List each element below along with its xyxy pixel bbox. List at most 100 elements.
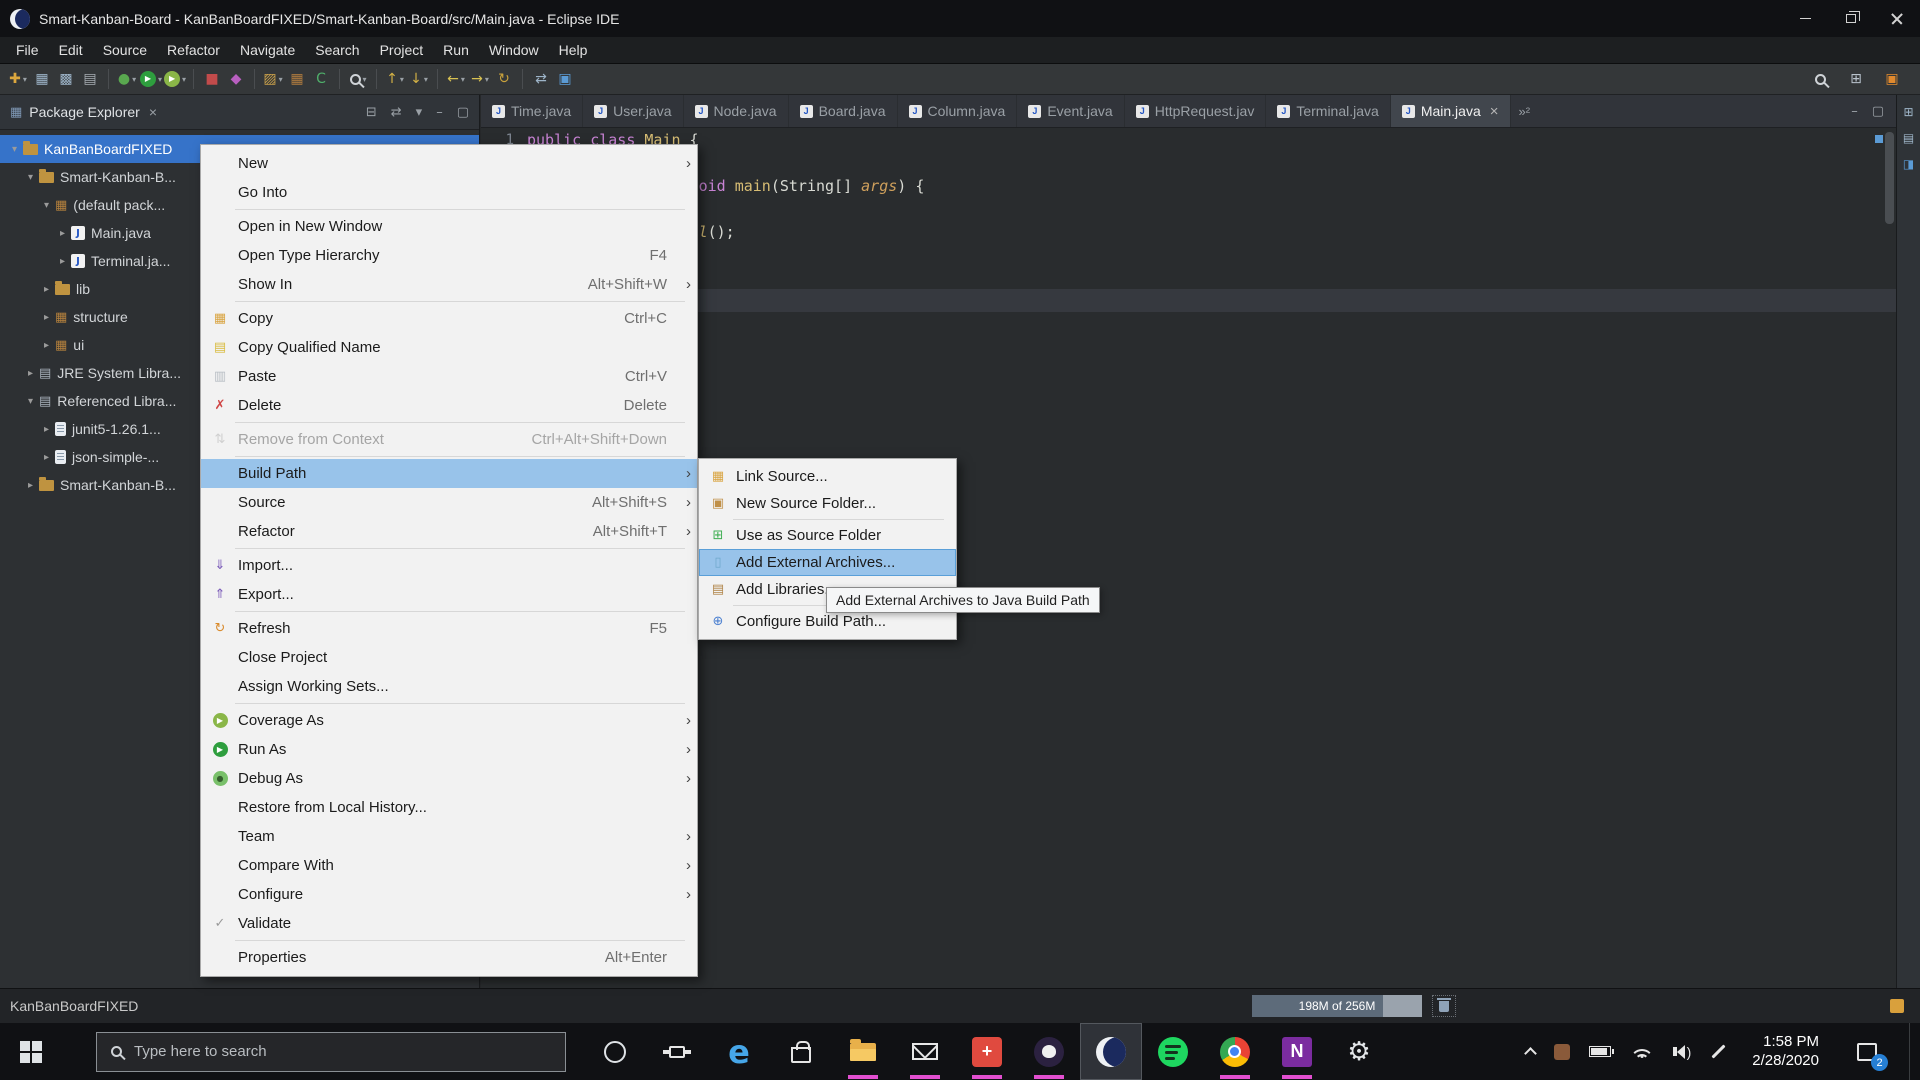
menubar-project[interactable]: Project bbox=[370, 38, 434, 62]
battery-icon[interactable] bbox=[1589, 1046, 1611, 1057]
new-wizard-dropdown-icon[interactable]: ▾ bbox=[23, 75, 27, 84]
context-menu-item-debug-as[interactable]: ●Debug As› bbox=[201, 764, 697, 793]
menubar-search[interactable]: Search bbox=[305, 38, 369, 62]
context-menu-item-go-into[interactable]: Go Into bbox=[201, 178, 697, 207]
collapsed-arrow-icon[interactable]: ▸ bbox=[38, 424, 55, 435]
taskbar-cortana-button[interactable] bbox=[584, 1023, 646, 1080]
taskbar-github-desktop-button[interactable] bbox=[1018, 1023, 1080, 1080]
save-button[interactable]: ▦ bbox=[31, 67, 53, 91]
menubar-refactor[interactable]: Refactor bbox=[157, 38, 230, 62]
back-button[interactable]: ←▾ bbox=[445, 67, 467, 91]
tab-column-java[interactable]: Column.java bbox=[898, 95, 1018, 127]
new-class-button[interactable]: C bbox=[310, 67, 332, 91]
link-with-editor-icon[interactable]: ⇄ bbox=[391, 105, 402, 120]
context-menu-item-close-project[interactable]: Close Project bbox=[201, 643, 697, 672]
run-dropdown-icon[interactable]: ▾ bbox=[158, 75, 162, 84]
search-button[interactable]: ▾ bbox=[347, 67, 369, 91]
prev-annotation-dropdown-icon[interactable]: ▾ bbox=[400, 75, 404, 84]
tab-terminal-java[interactable]: Terminal.java bbox=[1266, 95, 1390, 127]
build-path-item-add-external-archives[interactable]: ▯Add External Archives... bbox=[699, 549, 956, 576]
expanded-arrow-icon[interactable]: ▾ bbox=[38, 200, 55, 211]
save-all-button[interactable]: ▩ bbox=[55, 67, 77, 91]
forward-dropdown-icon[interactable]: ▾ bbox=[485, 75, 489, 84]
context-menu-item-assign-working-sets[interactable]: Assign Working Sets... bbox=[201, 672, 697, 701]
taskbar-store-button[interactable] bbox=[770, 1023, 832, 1080]
back-dropdown-icon[interactable]: ▾ bbox=[461, 75, 465, 84]
menubar-window[interactable]: Window bbox=[479, 38, 549, 62]
expanded-arrow-icon[interactable]: ▾ bbox=[22, 172, 39, 183]
next-annotation-dropdown-icon[interactable]: ▾ bbox=[424, 75, 428, 84]
tab-overflow-indicator[interactable]: »² bbox=[1511, 95, 1539, 127]
new-java-project-button[interactable]: ▨▾ bbox=[262, 67, 284, 91]
collapsed-arrow-icon[interactable]: ▸ bbox=[22, 368, 39, 379]
tray-app-icon[interactable] bbox=[1554, 1044, 1570, 1060]
context-menu-item-restore-from-local-history[interactable]: Restore from Local History... bbox=[201, 793, 697, 822]
print-button[interactable]: ▤ bbox=[79, 67, 101, 91]
show-desktop-button[interactable] bbox=[1909, 1023, 1916, 1080]
expanded-arrow-icon[interactable]: ▾ bbox=[6, 144, 23, 155]
minimized-view-3-icon[interactable]: ◨ bbox=[1903, 157, 1914, 171]
wifi-icon[interactable] bbox=[1630, 1044, 1654, 1060]
taskbar-search[interactable]: Type here to search bbox=[96, 1032, 566, 1072]
tab-user-java[interactable]: User.java bbox=[583, 95, 683, 127]
taskbar-clock[interactable]: 1:58 PM 2/28/2020 bbox=[1752, 1033, 1819, 1071]
menubar-edit[interactable]: Edit bbox=[49, 38, 93, 62]
tab-time-java[interactable]: Time.java bbox=[481, 95, 583, 127]
collapsed-arrow-icon[interactable]: ▸ bbox=[38, 284, 55, 295]
menubar-file[interactable]: File bbox=[6, 38, 49, 62]
taskbar-spotify-button[interactable] bbox=[1142, 1023, 1204, 1080]
context-menu-item-copy[interactable]: ▦CopyCtrl+C bbox=[201, 304, 697, 333]
minimize-button[interactable] bbox=[1782, 0, 1828, 37]
context-menu-item-copy-qualified-name[interactable]: ▤Copy Qualified Name bbox=[201, 333, 697, 362]
quick-access-search-button[interactable] bbox=[1809, 67, 1831, 91]
expanded-arrow-icon[interactable]: ▾ bbox=[22, 396, 39, 407]
tab-node-java[interactable]: Node.java bbox=[684, 95, 789, 127]
debug-dropdown-icon[interactable]: ▾ bbox=[132, 75, 136, 84]
taskbar-chrome-button[interactable] bbox=[1204, 1023, 1266, 1080]
collapsed-arrow-icon[interactable]: ▸ bbox=[38, 312, 55, 323]
tray-expand-icon[interactable] bbox=[1524, 1047, 1537, 1060]
action-center-button[interactable]: 2 bbox=[1844, 1023, 1890, 1080]
stop-button[interactable]: ■ bbox=[201, 67, 223, 91]
context-menu-item-refactor[interactable]: RefactorAlt+Shift+T› bbox=[201, 517, 697, 546]
search-dropdown-icon[interactable]: ▾ bbox=[363, 75, 367, 84]
menubar-navigate[interactable]: Navigate bbox=[230, 38, 305, 62]
minimized-view-2-icon[interactable]: ▤ bbox=[1903, 131, 1914, 145]
next-annotation-button[interactable]: ↓▾ bbox=[408, 67, 430, 91]
context-menu-item-paste[interactable]: ▥PasteCtrl+V bbox=[201, 362, 697, 391]
close-button[interactable] bbox=[1874, 0, 1920, 37]
context-menu-item-refresh[interactable]: ↻RefreshF5 bbox=[201, 614, 697, 643]
profile-button[interactable]: ◆ bbox=[225, 67, 247, 91]
collapsed-arrow-icon[interactable]: ▸ bbox=[22, 480, 39, 491]
context-menu-item-show-in[interactable]: Show InAlt+Shift+W› bbox=[201, 270, 697, 299]
context-menu-item-new[interactable]: New› bbox=[201, 149, 697, 178]
taskbar-eclipse-button[interactable] bbox=[1080, 1023, 1142, 1080]
last-edit-location-button[interactable]: ↻ bbox=[493, 67, 515, 91]
run-button[interactable]: ▶▾ bbox=[140, 67, 162, 91]
taskbar-mail-button[interactable] bbox=[894, 1023, 956, 1080]
menubar-source[interactable]: Source bbox=[93, 38, 157, 62]
garbage-collect-button[interactable] bbox=[1432, 995, 1456, 1017]
context-menu-item-configure[interactable]: Configure› bbox=[201, 880, 697, 909]
restore-button[interactable] bbox=[1828, 0, 1874, 37]
start-button[interactable] bbox=[0, 1023, 62, 1080]
forward-button[interactable]: →▾ bbox=[469, 67, 491, 91]
new-wizard-button[interactable]: ✚▾ bbox=[7, 67, 29, 91]
context-menu-item-team[interactable]: Team› bbox=[201, 822, 697, 851]
collapsed-arrow-icon[interactable]: ▸ bbox=[38, 452, 55, 463]
context-menu-item-validate[interactable]: ✓Validate bbox=[201, 909, 697, 938]
pin-editor-button[interactable]: ▣ bbox=[554, 67, 576, 91]
build-path-item-use-as-source-folder[interactable]: ⊞Use as Source Folder bbox=[699, 522, 956, 549]
debug-button[interactable]: ●▾ bbox=[116, 67, 138, 91]
new-java-project-dropdown-icon[interactable]: ▾ bbox=[279, 75, 283, 84]
taskbar-edge-button[interactable] bbox=[708, 1023, 770, 1080]
context-menu-item-remove-from-context[interactable]: ⇅Remove from ContextCtrl+Alt+Shift+Down bbox=[201, 425, 697, 454]
java-perspective-button[interactable]: ▣ bbox=[1881, 67, 1903, 91]
view-close-icon[interactable] bbox=[149, 104, 157, 120]
taskbar-google-plus-button[interactable] bbox=[956, 1023, 1018, 1080]
taskbar-task-view-button[interactable] bbox=[646, 1023, 708, 1080]
menubar-help[interactable]: Help bbox=[549, 38, 598, 62]
maximize-view-icon[interactable]: ▢ bbox=[457, 105, 469, 120]
taskbar-settings-button[interactable] bbox=[1328, 1023, 1390, 1080]
new-package-button[interactable]: ▦ bbox=[286, 67, 308, 91]
